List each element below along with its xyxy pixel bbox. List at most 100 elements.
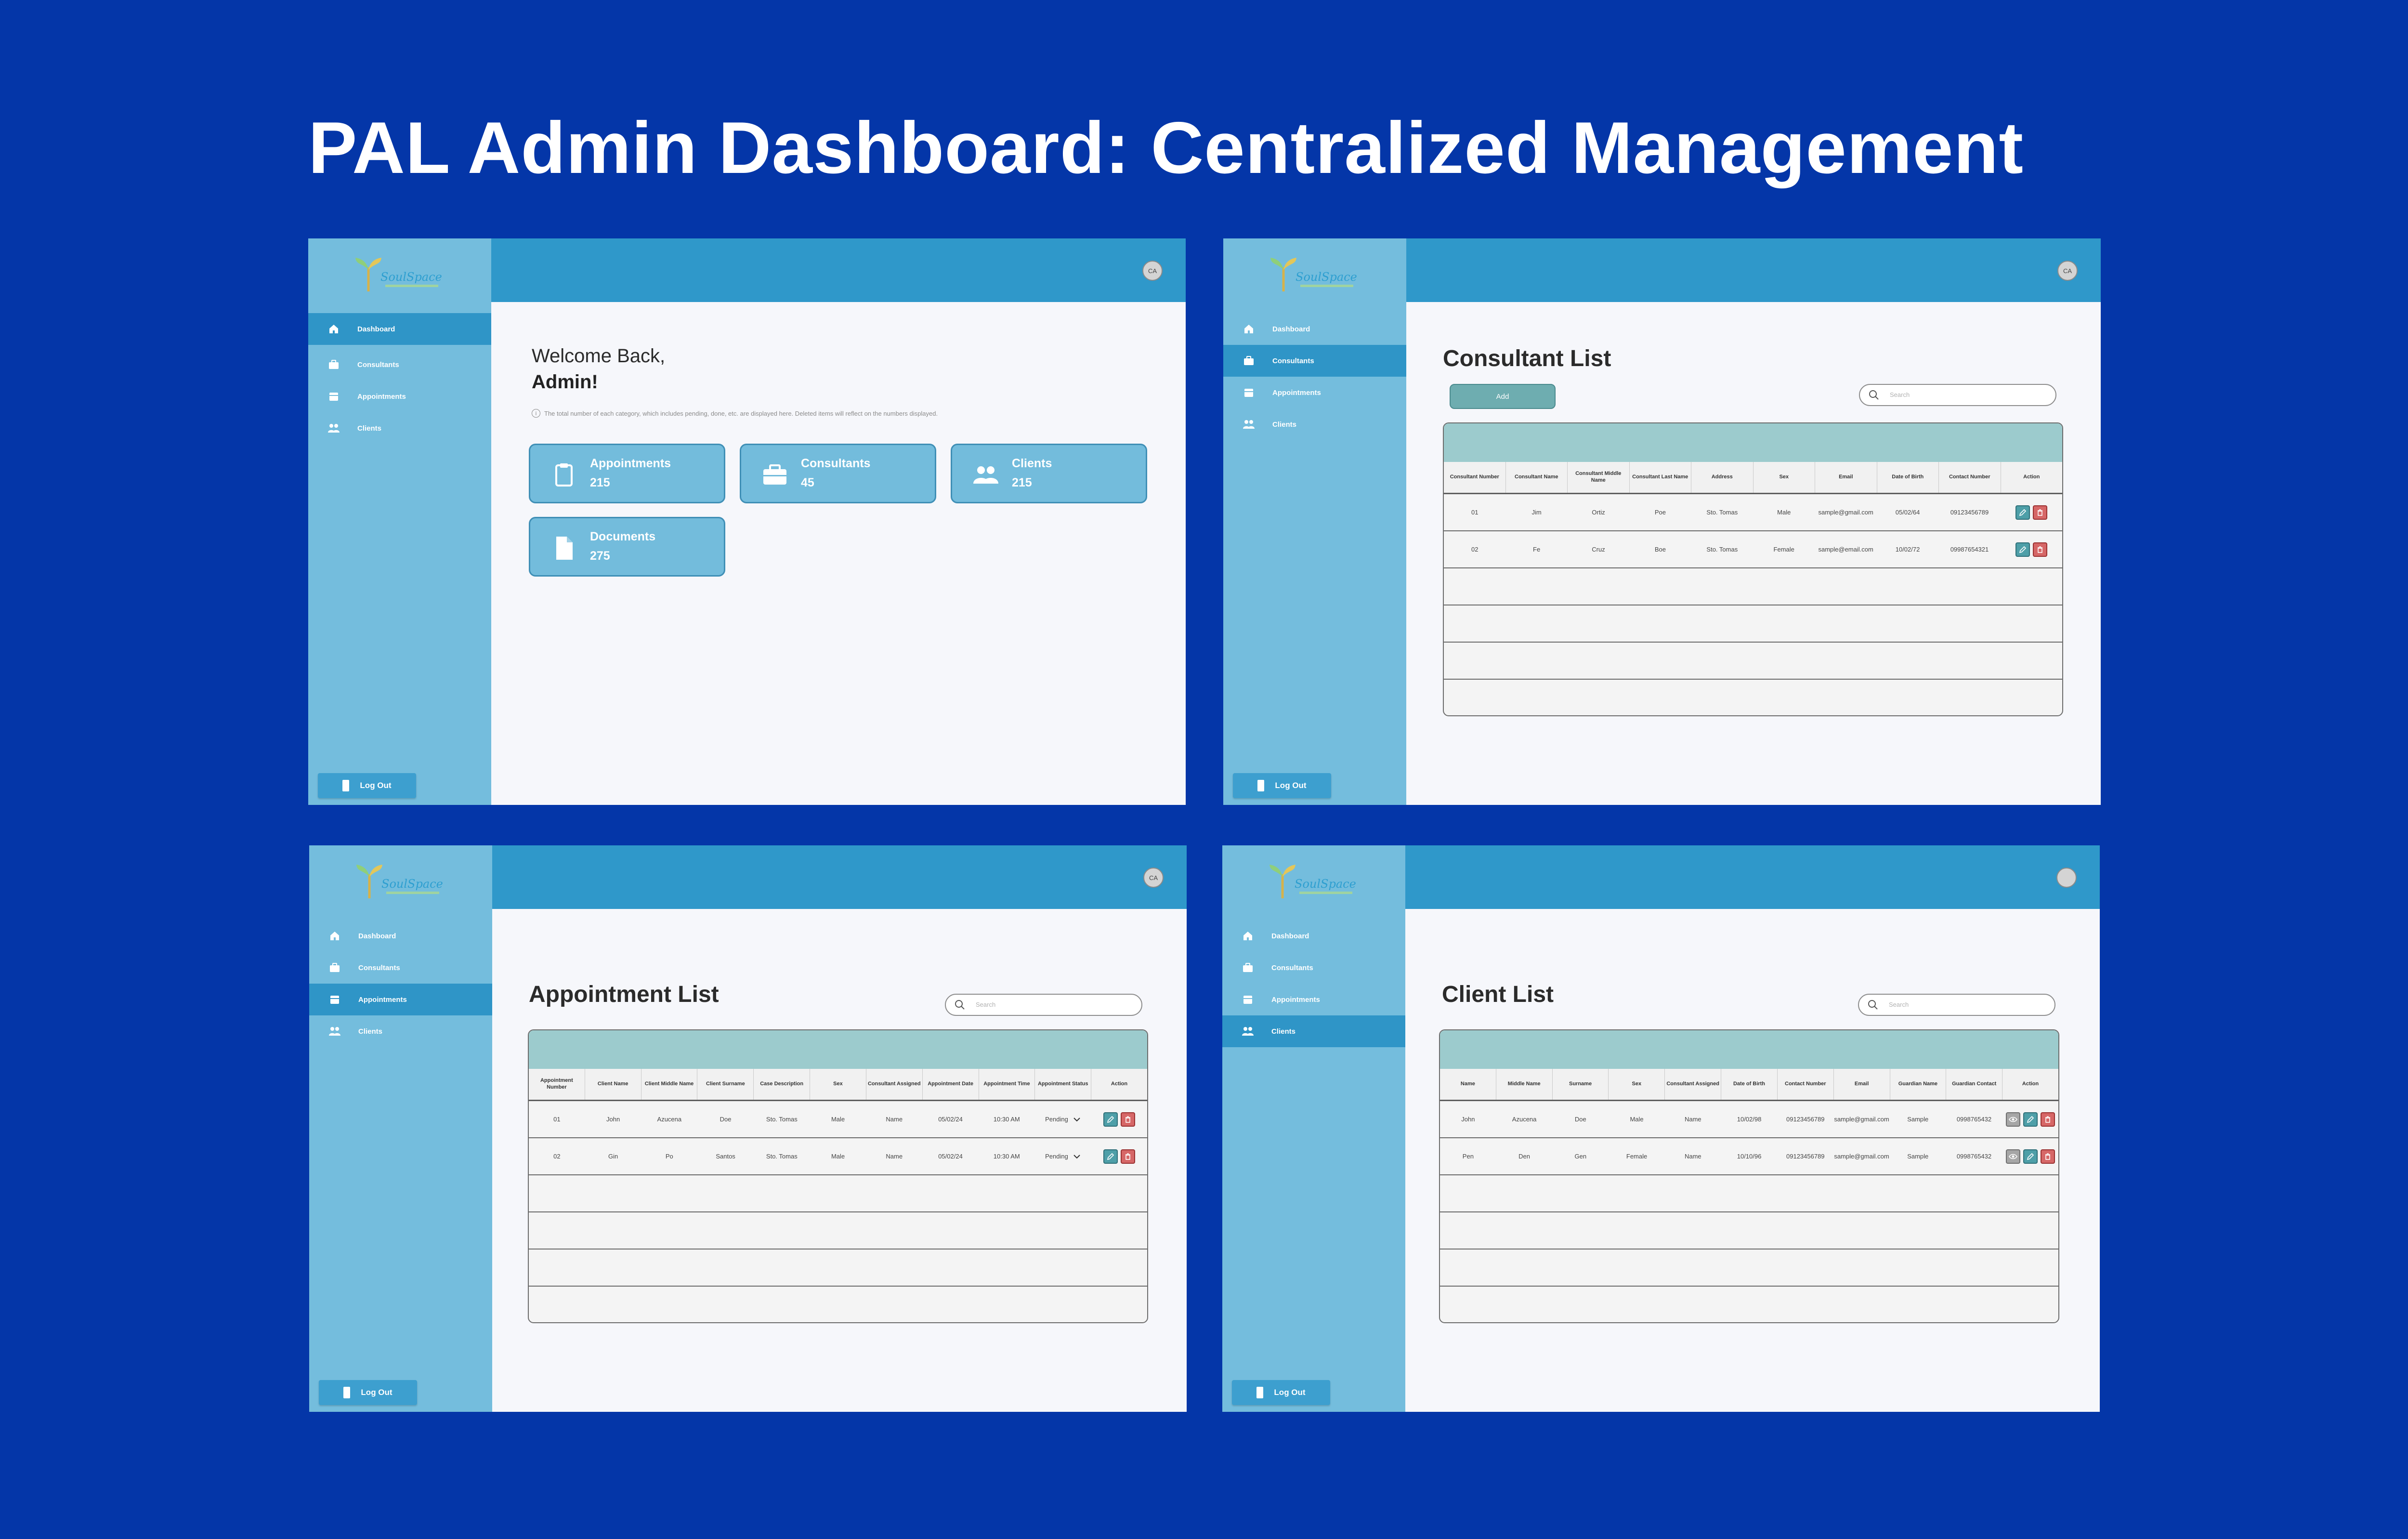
card-documents[interactable]: Documents 275 (529, 517, 725, 577)
logo: SoulSpace (1267, 253, 1373, 296)
add-button[interactable]: Add (1450, 384, 1556, 409)
door-icon (342, 780, 350, 791)
consultant-content: Consultant List Add Search Consultant Nu… (1406, 302, 2101, 805)
avatar[interactable]: CA (1142, 261, 1163, 281)
edit-button[interactable] (2023, 1149, 2038, 1164)
nav-menu: Dashboard Consultants Appointments Clien… (1223, 313, 1406, 440)
card-appointments[interactable]: Appointments 215 (529, 444, 725, 503)
trash-icon (2045, 1116, 2050, 1123)
delete-button[interactable] (1120, 1149, 1135, 1164)
row-actions (2002, 1149, 2058, 1164)
home-icon (1242, 930, 1254, 942)
nav-consultants[interactable]: Consultants (1222, 952, 1405, 984)
table-row: 02 Gin Po Santos Sto. Tomas Male Name 05… (529, 1138, 1147, 1175)
door-icon (343, 1387, 351, 1398)
top-bar: CA (1406, 238, 2101, 302)
logout-button[interactable]: Log Out (1232, 1380, 1330, 1405)
nav-consultants[interactable]: Consultants (308, 349, 491, 381)
avatar[interactable] (2056, 868, 2077, 888)
edit-button[interactable] (2023, 1112, 2038, 1127)
delete-button[interactable] (2032, 505, 2047, 520)
nav-menu: Dashboard Consultants Appointments Clien… (309, 920, 492, 1047)
nav-dashboard[interactable]: Dashboard (308, 313, 491, 345)
table-row-empty (529, 1175, 1147, 1212)
table-header: Consultant Number Consultant Name Consul… (1444, 462, 2062, 494)
view-button[interactable] (2005, 1149, 2020, 1164)
chevron-down-icon (1073, 1154, 1080, 1158)
logout-button[interactable]: Log Out (319, 1380, 417, 1405)
briefcase-icon (327, 358, 340, 371)
edit-button[interactable] (1103, 1112, 1118, 1127)
table-row-empty (1440, 1175, 2058, 1212)
delete-button[interactable] (2032, 542, 2047, 557)
edit-button[interactable] (2015, 542, 2030, 557)
nav-dashboard[interactable]: Dashboard (1223, 313, 1406, 345)
table-row-empty (1444, 605, 2062, 643)
view-button[interactable] (2005, 1112, 2020, 1127)
info-note: i The total number of each category, whi… (532, 409, 938, 418)
search-input[interactable]: Search (1859, 384, 2056, 406)
nav-appointments[interactable]: Appointments (308, 381, 491, 412)
appointment-table: Appointment Number Client Name Client Mi… (528, 1029, 1148, 1323)
logo: SoulSpace (353, 860, 458, 903)
sidebar: SoulSpace Dashboard Consultants Appointm… (309, 845, 492, 1412)
users-icon (973, 466, 998, 484)
nav-consultants[interactable]: Consultants (309, 952, 492, 984)
info-icon: i (532, 409, 540, 418)
pencil-icon (2027, 1116, 2034, 1123)
users-icon (1242, 1025, 1254, 1038)
trash-icon (2045, 1153, 2050, 1160)
nav-dashboard[interactable]: Dashboard (309, 920, 492, 952)
top-bar: CA (492, 845, 1187, 909)
trash-icon (1125, 1153, 1130, 1160)
nav-clients[interactable]: Clients (308, 412, 491, 444)
delete-button[interactable] (1120, 1112, 1135, 1127)
status-dropdown[interactable]: Pending (1035, 1153, 1091, 1160)
table-header: Appointment Number Client Name Client Mi… (529, 1069, 1147, 1101)
row-actions (1091, 1112, 1147, 1127)
table-row-empty (529, 1250, 1147, 1287)
avatar[interactable]: CA (1143, 868, 1164, 888)
sidebar: SoulSpace Dashboard Consultants Appointm… (308, 238, 491, 805)
nav-appointments[interactable]: Appointments (1223, 377, 1406, 408)
delete-button[interactable] (2040, 1112, 2055, 1127)
card-clients[interactable]: Clients 215 (951, 444, 1147, 503)
row-actions (2001, 542, 2062, 557)
nav-appointments[interactable]: Appointments (309, 984, 492, 1015)
row-actions (2001, 505, 2062, 520)
table-row-empty (1440, 1212, 2058, 1250)
home-icon (327, 323, 340, 335)
logout-button[interactable]: Log Out (318, 773, 416, 798)
nav-clients[interactable]: Clients (309, 1015, 492, 1047)
client-table: Name Middle Name Surname Sex Consultant … (1439, 1029, 2059, 1323)
table-row-empty (529, 1212, 1147, 1250)
search-icon (1869, 390, 1879, 400)
nav-clients[interactable]: Clients (1223, 408, 1406, 440)
nav-appointments[interactable]: Appointments (1222, 984, 1405, 1015)
delete-button[interactable] (2040, 1149, 2055, 1164)
door-icon (1256, 1387, 1264, 1398)
search-icon (955, 1000, 965, 1010)
trash-icon (1125, 1116, 1130, 1123)
page-title: PAL Admin Dashboard: Centralized Managem… (308, 107, 2024, 189)
avatar[interactable]: CA (2057, 261, 2078, 281)
search-input[interactable]: Search (1858, 994, 2055, 1016)
edit-button[interactable] (1103, 1149, 1118, 1164)
briefcase-icon (1242, 961, 1254, 974)
nav-clients[interactable]: Clients (1222, 1015, 1405, 1047)
briefcase-icon (328, 961, 341, 974)
edit-button[interactable] (2015, 505, 2030, 520)
table-row-empty (1444, 568, 2062, 605)
briefcase-icon (763, 464, 786, 485)
nav-consultants[interactable]: Consultants (1223, 345, 1406, 377)
nav-dashboard[interactable]: Dashboard (1222, 920, 1405, 952)
card-consultants[interactable]: Consultants 45 (740, 444, 936, 503)
logout-button[interactable]: Log Out (1233, 773, 1331, 798)
table-header: Name Middle Name Surname Sex Consultant … (1440, 1069, 2058, 1101)
calendar-icon (1243, 386, 1255, 399)
status-dropdown[interactable]: Pending (1035, 1116, 1091, 1123)
welcome-name: Admin! (532, 371, 598, 393)
welcome-text: Welcome Back, (532, 345, 666, 367)
search-input[interactable]: Search (945, 994, 1142, 1016)
consultant-table: Consultant Number Consultant Name Consul… (1443, 422, 2063, 716)
